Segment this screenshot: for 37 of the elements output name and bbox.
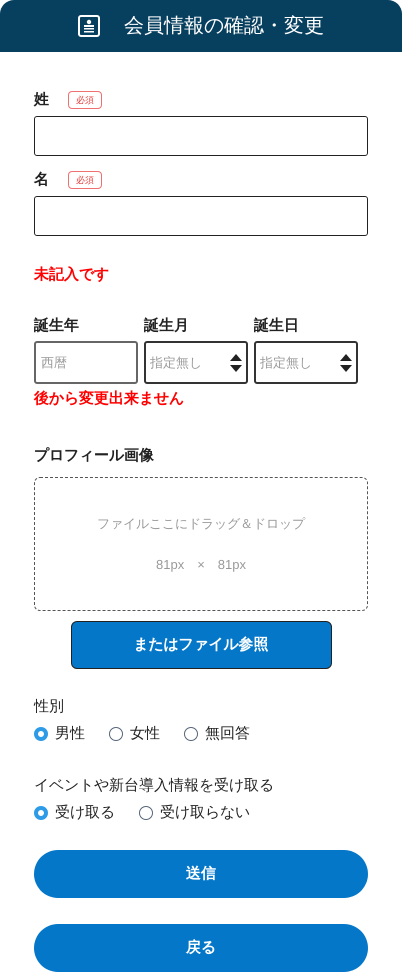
member-card-icon: [78, 15, 100, 37]
group-label: イベントや新台導入情報を受け取る: [34, 776, 275, 796]
warning-message: 後から変更出来ません: [34, 389, 185, 409]
field-label: 名: [34, 170, 49, 190]
drop-zone[interactable]: ファイルここにドラッグ＆ドロップ 81px × 81px: [34, 477, 368, 611]
field-label: 誕生日: [254, 316, 300, 336]
header-title: 会員情報の確認・変更: [124, 14, 324, 39]
required-badge: 必須: [68, 171, 102, 189]
required-badge: 必須: [68, 91, 102, 109]
sort-arrows-icon: [230, 354, 242, 372]
select-field[interactable]: 指定無し: [254, 341, 358, 384]
group-label: 性別: [34, 697, 65, 717]
radio-option[interactable]: 女性: [109, 722, 160, 745]
size-hint: 81px × 81px: [156, 556, 246, 574]
browse-button[interactable]: またはファイル参照: [70, 621, 332, 669]
sort-arrows-icon: [340, 354, 352, 372]
action-button[interactable]: 送信: [34, 850, 368, 898]
drop-hint: ファイルここにドラッグ＆ドロップ: [97, 514, 305, 532]
radio-option[interactable]: 受け取らない: [139, 802, 250, 824]
error-message: 未記入です: [34, 265, 110, 285]
field-label: 姓: [34, 90, 49, 110]
radio-button[interactable]: [34, 806, 48, 820]
radio-button[interactable]: [139, 806, 153, 820]
radio-option[interactable]: 無回答: [184, 722, 250, 745]
field-label: 誕生月: [144, 316, 190, 336]
input-field[interactable]: [34, 116, 368, 156]
input-field[interactable]: [34, 196, 368, 236]
radio-option[interactable]: 受け取る: [34, 802, 115, 824]
field-label: 誕生年: [34, 316, 80, 336]
radio-button[interactable]: [184, 726, 198, 741]
select-field[interactable]: 指定無し: [144, 341, 248, 384]
radio-button[interactable]: [34, 726, 48, 741]
radio-option[interactable]: 男性: [34, 722, 85, 745]
radio-button[interactable]: [109, 726, 123, 741]
section-label: プロフィール画像: [34, 446, 155, 466]
action-button[interactable]: 戻る: [34, 924, 368, 972]
input-field[interactable]: 西暦: [34, 341, 138, 384]
